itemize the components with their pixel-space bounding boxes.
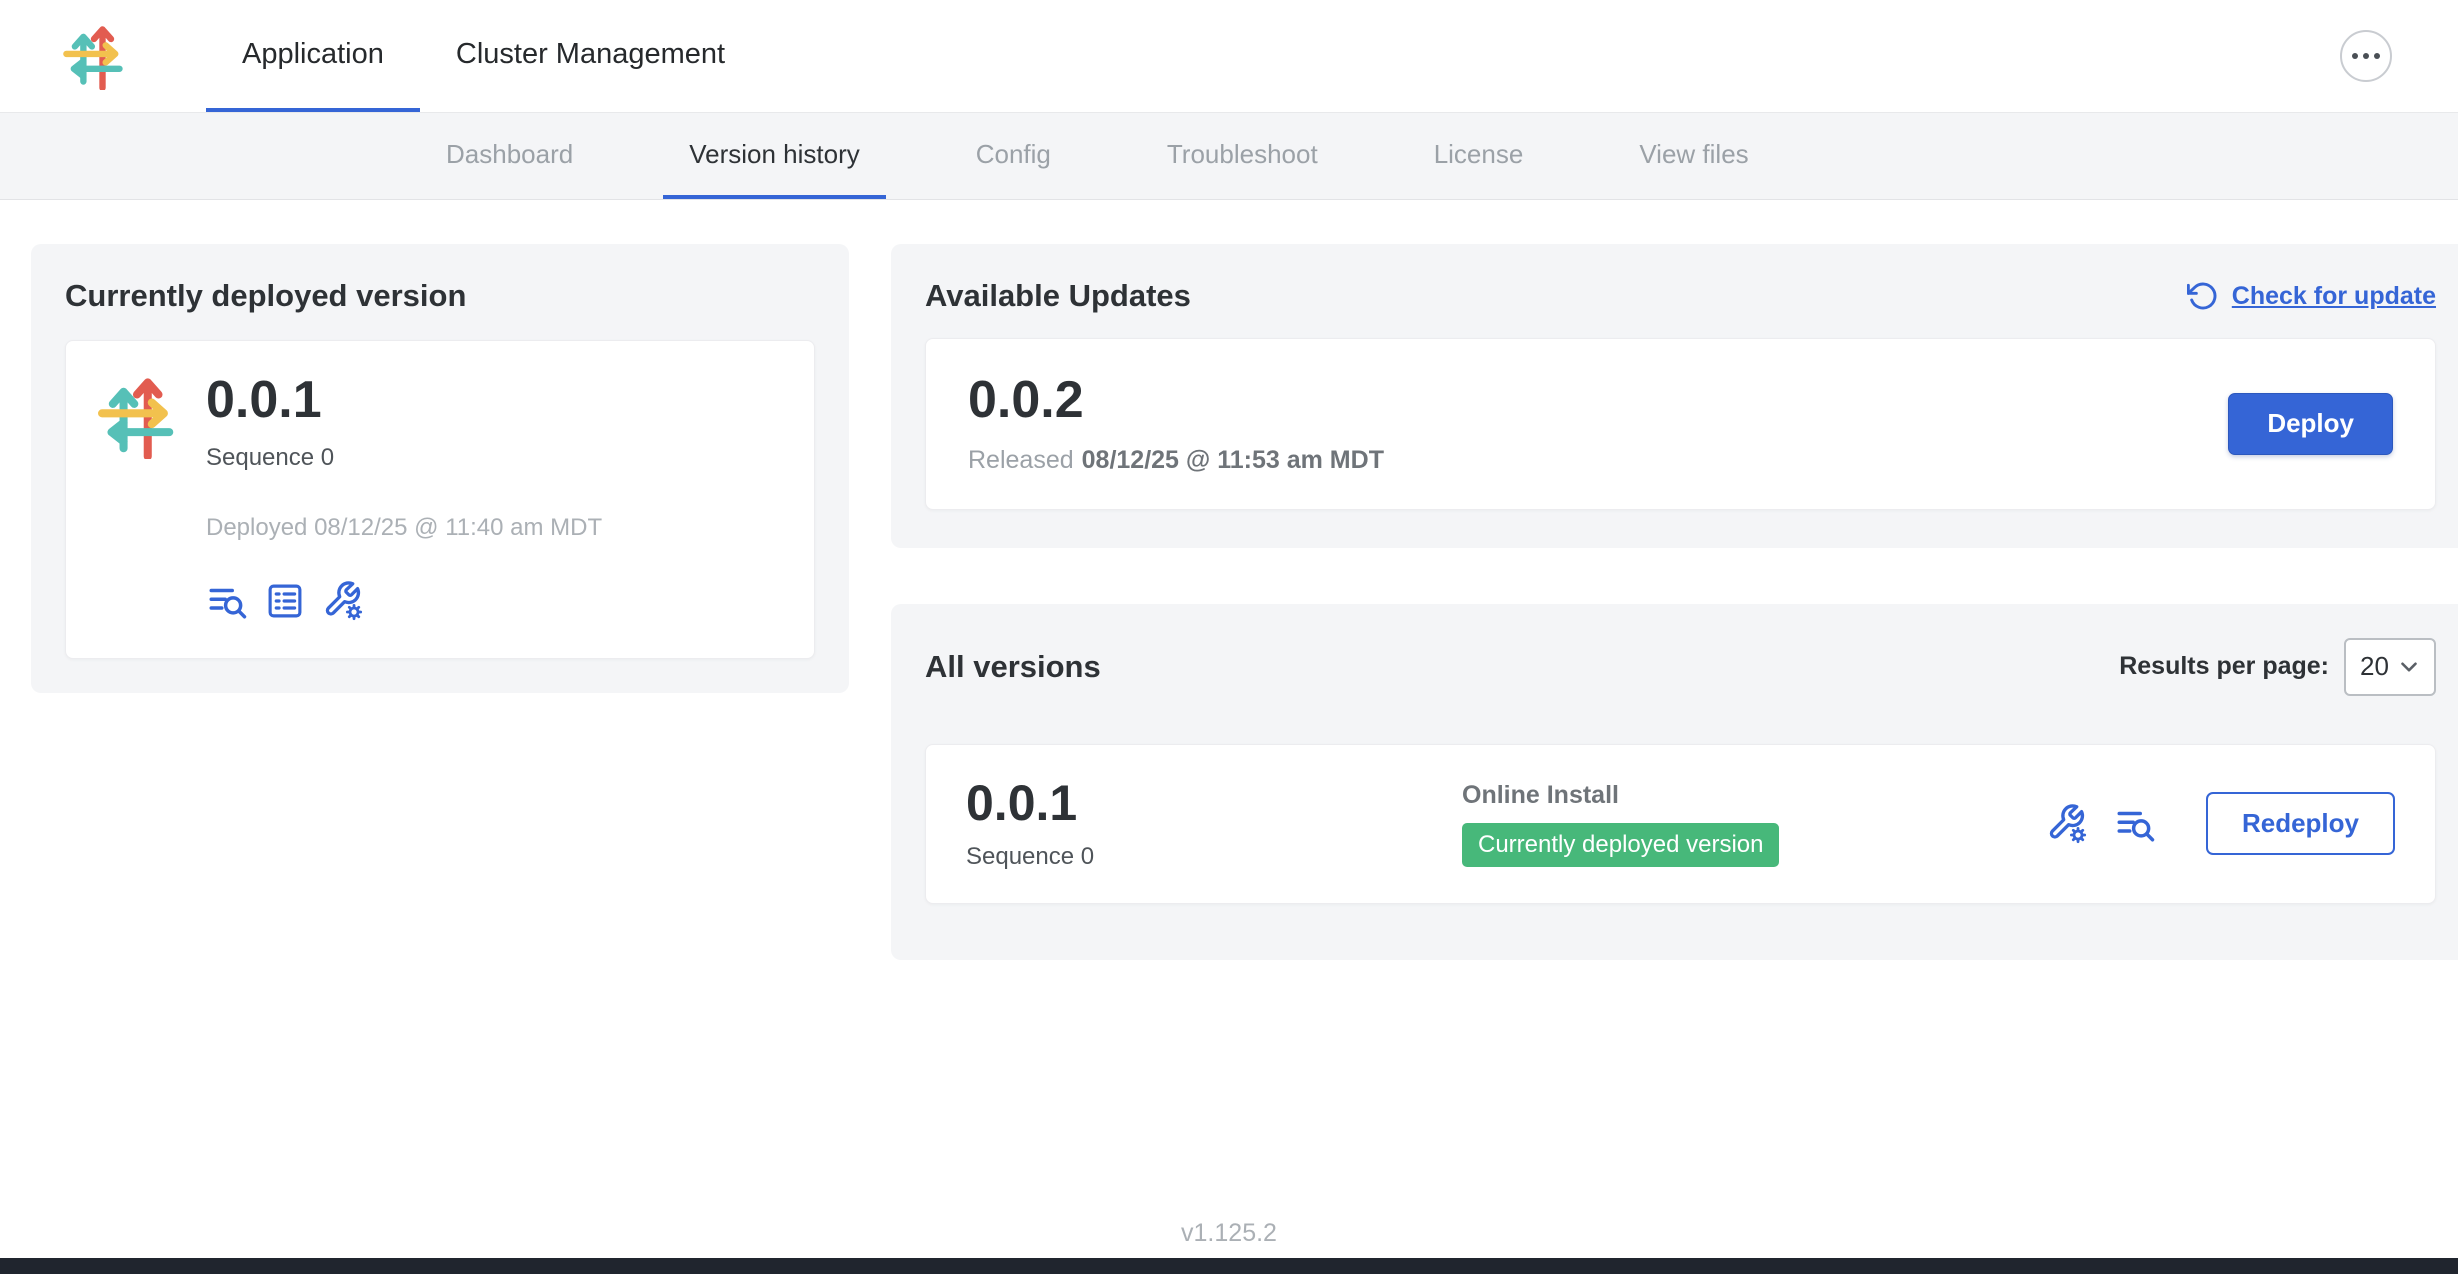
chevron-down-icon	[2396, 654, 2422, 680]
all-versions-title: All versions	[925, 649, 1101, 685]
deployed-version-info: 0.0.1 Sequence 0 Deployed 08/12/25 @ 11:…	[206, 373, 602, 622]
right-column: Available Updates Check for update 0.0.2…	[891, 244, 2458, 960]
deployed-version-actions	[206, 580, 602, 622]
subnav-item-config[interactable]: Config	[950, 113, 1077, 199]
tab-cluster-management-label: Cluster Management	[456, 38, 725, 71]
available-updates-header: Available Updates Check for update	[925, 278, 2436, 314]
check-for-update-label: Check for update	[2232, 282, 2436, 311]
bottom-bar	[0, 1258, 2458, 1274]
version-row-status: Online Install Currently deployed versio…	[1462, 781, 2046, 867]
app-logo-arrows-icon	[94, 373, 180, 459]
console-version: v1.125.2	[0, 1219, 2458, 1248]
row-version-number: 0.0.1	[966, 777, 1462, 830]
wrench-gear-icon	[322, 580, 364, 622]
released-line: Released 08/12/25 @ 11:53 am MDT	[968, 446, 1384, 475]
available-updates-title: Available Updates	[925, 278, 1191, 314]
deployed-version-number: 0.0.1	[206, 373, 602, 428]
version-row-actions: Redeploy	[2046, 792, 2395, 855]
version-row-info: 0.0.1 Sequence 0	[966, 777, 1462, 872]
install-type-label: Online Install	[1462, 781, 2046, 810]
subnav-item-license[interactable]: License	[1408, 113, 1550, 199]
file-search-icon	[2114, 803, 2156, 845]
edit-config-button[interactable]	[322, 580, 364, 622]
header-right	[2340, 30, 2392, 82]
released-prefix: Released	[968, 446, 1074, 474]
check-for-update-link[interactable]: Check for update	[2187, 280, 2436, 312]
ellipsis-icon	[2352, 53, 2380, 59]
release-notes-button[interactable]	[206, 580, 248, 622]
version-row: 0.0.1 Sequence 0 Online Install Currentl…	[925, 744, 2436, 905]
row-sequence-label: Sequence 0	[966, 843, 1462, 871]
deployed-date: Deployed 08/12/25 @ 11:40 am MDT	[206, 514, 602, 542]
app-logo-arrows-icon	[60, 22, 128, 90]
subnav-item-troubleshoot[interactable]: Troubleshoot	[1141, 113, 1344, 199]
app-subnav: Dashboard Version history Config Trouble…	[0, 112, 2458, 200]
redeploy-button[interactable]: Redeploy	[2206, 792, 2395, 855]
refresh-icon	[2187, 280, 2219, 312]
subnav-item-view-files[interactable]: View files	[1613, 113, 1774, 199]
available-updates-card: Available Updates Check for update 0.0.2…	[891, 244, 2458, 548]
view-config-button[interactable]	[264, 580, 306, 622]
checklist-icon	[264, 580, 306, 622]
update-info: 0.0.2 Released 08/12/25 @ 11:53 am MDT	[968, 373, 1384, 475]
overflow-menu-button[interactable]	[2340, 30, 2392, 82]
currently-deployed-title: Currently deployed version	[65, 278, 815, 314]
subnav-item-dashboard[interactable]: Dashboard	[420, 113, 599, 199]
available-update-row: 0.0.2 Released 08/12/25 @ 11:53 am MDT De…	[925, 338, 2436, 510]
deployed-version-panel: 0.0.1 Sequence 0 Deployed 08/12/25 @ 11:…	[65, 340, 815, 659]
edit-config-button[interactable]	[2046, 803, 2088, 845]
deploy-button[interactable]: Deploy	[2228, 393, 2393, 455]
all-versions-card: All versions Results per page: 20 0.0.1 …	[891, 604, 2458, 961]
all-versions-header: All versions Results per page: 20	[925, 638, 2436, 696]
update-version-number: 0.0.2	[968, 373, 1384, 428]
results-per-page: Results per page: 20	[2119, 638, 2436, 696]
released-date: 08/12/25 @ 11:53 am MDT	[1082, 446, 1384, 474]
tab-application[interactable]: Application	[206, 0, 420, 112]
wrench-gear-icon	[2046, 803, 2088, 845]
subnav-item-version-history[interactable]: Version history	[663, 113, 886, 199]
main-content: Currently deployed version 0.0.1 Sequenc…	[0, 200, 2458, 960]
currently-deployed-badge: Currently deployed version	[1462, 823, 1779, 867]
tab-application-label: Application	[242, 38, 384, 71]
top-header: Application Cluster Management	[0, 0, 2458, 112]
results-per-page-label: Results per page:	[2119, 652, 2329, 681]
results-per-page-value: 20	[2360, 651, 2389, 682]
header-tabs: Application Cluster Management	[206, 0, 761, 112]
currently-deployed-card: Currently deployed version 0.0.1 Sequenc…	[31, 244, 849, 693]
deployed-sequence-label: Sequence 0	[206, 444, 602, 472]
results-per-page-select[interactable]: 20	[2344, 638, 2436, 696]
release-notes-button[interactable]	[2114, 803, 2156, 845]
tab-cluster-management[interactable]: Cluster Management	[420, 0, 761, 112]
file-search-icon	[206, 580, 248, 622]
